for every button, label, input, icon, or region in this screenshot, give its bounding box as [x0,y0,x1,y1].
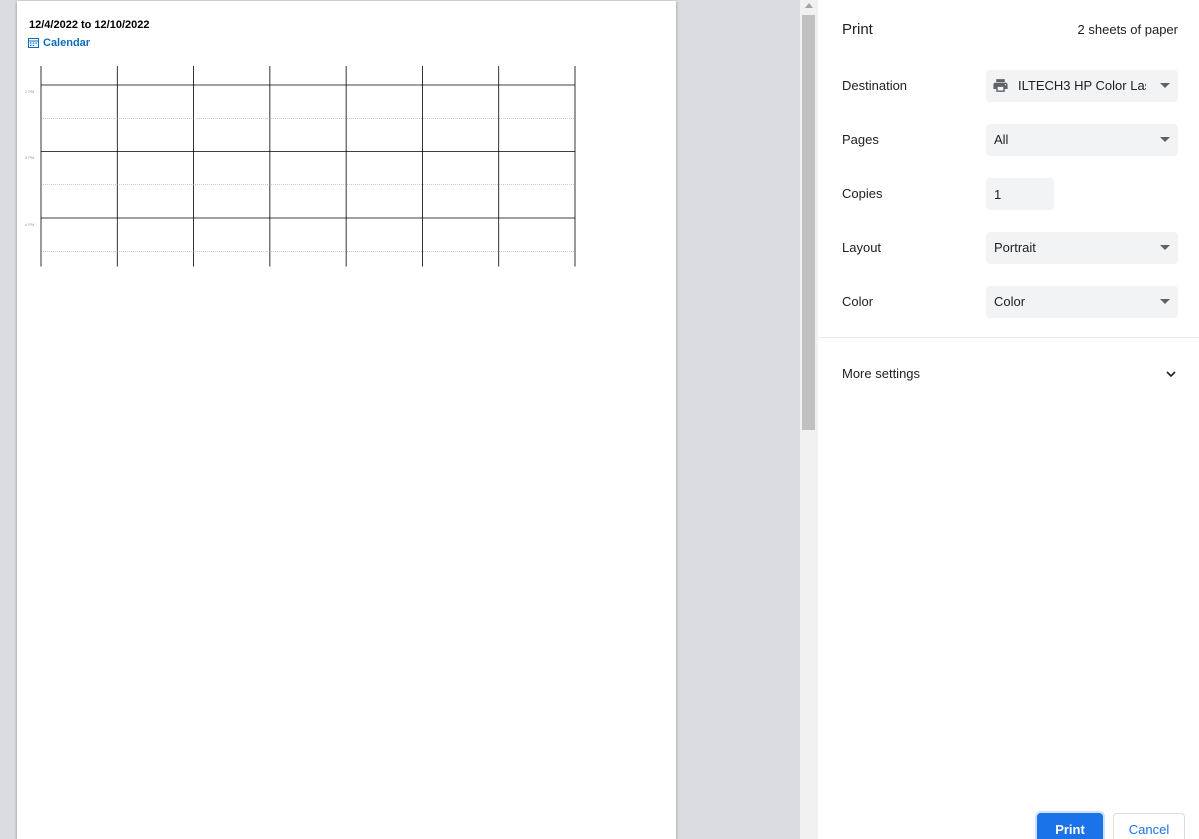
color-select[interactable]: Color [986,286,1178,318]
cancel-button[interactable]: Cancel [1113,813,1185,839]
destination-select[interactable]: ILTECH3 HP Color Las [986,70,1178,102]
print-button[interactable]: Print [1037,813,1103,839]
print-preview-area: 12/4/2022 to 12/10/2022 Calendar 2 PM 3 … [0,0,800,839]
destination-dropdown-arrow-icon [1160,83,1170,88]
layout-select[interactable]: Portrait [986,232,1178,264]
layout-row: Layout Portrait [842,232,1178,264]
calendar-week-grid [40,66,576,267]
time-label-4pm: 4 PM [25,222,35,227]
chevron-down-icon [1166,371,1176,378]
print-settings-panel: Print 2 sheets of paper Destination ILTE… [818,0,1199,839]
pages-label: Pages [842,132,879,147]
settings-divider [818,337,1199,338]
print-dialog: 12/4/2022 to 12/10/2022 Calendar 2 PM 3 … [0,0,1199,839]
settings-title: Print [842,21,873,38]
color-dropdown-arrow-icon [1160,299,1170,304]
more-settings-label: More settings [842,366,921,381]
color-value: Color [994,294,1026,309]
pages-row: Pages All [842,124,1178,156]
sheets-count: 2 sheets of paper [1077,22,1178,37]
pages-dropdown-arrow-icon [1160,137,1170,142]
layout-value: Portrait [994,240,1036,255]
scroll-up-arrow-icon[interactable] [805,3,813,8]
color-label: Color [842,294,874,309]
destination-label: Destination [842,78,908,93]
destination-row: Destination ILTECH3 HP Color Las [842,70,1178,102]
more-settings-toggle[interactable]: More settings [842,358,1178,390]
color-row: Color Color [842,286,1178,318]
time-label-3pm: 3 PM [25,155,35,160]
copies-label: Copies [842,186,883,201]
printer-icon [993,79,1008,92]
destination-value: ILTECH3 HP Color Las [1018,78,1146,93]
copies-input[interactable] [986,178,1054,210]
time-label-2pm: 2 PM [25,89,35,94]
pages-value: All [994,132,1009,147]
layout-dropdown-arrow-icon [1160,245,1170,250]
preview-scrollbar[interactable] [800,0,818,839]
copies-row: Copies [842,178,1178,210]
pages-select[interactable]: All [986,124,1178,156]
layout-label: Layout [842,240,882,255]
scroll-thumb[interactable] [802,15,815,430]
preview-page: 12/4/2022 to 12/10/2022 Calendar 2 PM 3 … [17,1,676,839]
